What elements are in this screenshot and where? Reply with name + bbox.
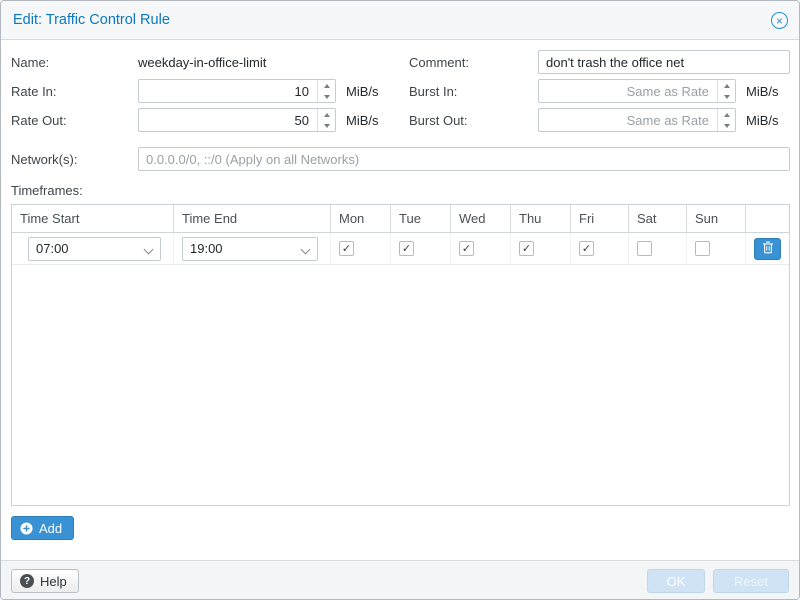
- time-start-value: 07:00: [36, 241, 69, 256]
- burst-in-unit: MiB/s: [746, 84, 779, 99]
- grid-header: Time Start Time End Mon Tue Wed Thu Fri …: [12, 205, 789, 233]
- timeframes-grid: Time Start Time End Mon Tue Wed Thu Fri …: [11, 204, 790, 506]
- spinner-down-icon[interactable]: [318, 120, 335, 131]
- burst-in-field: [538, 79, 736, 103]
- rate-out-label: Rate Out:: [11, 113, 67, 128]
- dialog-footer: ? Help OK Reset: [1, 560, 799, 599]
- rate-in-input[interactable]: [138, 79, 336, 103]
- checkbox-sat[interactable]: [637, 241, 652, 256]
- burst-out-input[interactable]: [538, 108, 736, 132]
- comment-label: Comment:: [409, 55, 469, 70]
- chevron-down-icon: [301, 244, 311, 254]
- burst-out-unit: MiB/s: [746, 113, 779, 128]
- delete-row-button[interactable]: [754, 238, 781, 260]
- spinner-down-icon[interactable]: [718, 91, 735, 102]
- column-header-tue[interactable]: Tue: [391, 205, 451, 232]
- dialog-titlebar: Edit: Traffic Control Rule: [1, 1, 799, 40]
- rate-out-field: [138, 108, 336, 132]
- add-button[interactable]: Add: [11, 516, 74, 540]
- time-start-combobox[interactable]: 07:00: [28, 237, 161, 261]
- spinner-down-icon[interactable]: [318, 91, 335, 102]
- traffic-control-rule-dialog: Edit: Traffic Control Rule × Name: weekd…: [0, 0, 800, 600]
- burst-in-spinner[interactable]: [717, 80, 735, 102]
- networks-input[interactable]: [138, 147, 790, 171]
- rate-in-field: [138, 79, 336, 103]
- close-icon[interactable]: ×: [771, 12, 788, 29]
- name-value: weekday-in-office-limit: [138, 55, 266, 70]
- column-header-time-end[interactable]: Time End: [174, 205, 331, 232]
- spinner-up-icon[interactable]: [718, 109, 735, 120]
- rate-out-spinner[interactable]: [317, 109, 335, 131]
- checkbox-fri[interactable]: ✓: [579, 241, 594, 256]
- column-header-thu[interactable]: Thu: [511, 205, 571, 232]
- add-circle-plus-icon: [20, 522, 33, 535]
- rate-out-unit: MiB/s: [346, 113, 379, 128]
- column-header-wed[interactable]: Wed: [451, 205, 511, 232]
- rate-in-unit: MiB/s: [346, 84, 379, 99]
- dialog-title: Edit: Traffic Control Rule: [13, 12, 170, 28]
- help-button[interactable]: ? Help: [11, 569, 79, 593]
- networks-label: Network(s):: [11, 152, 77, 167]
- column-header-sun[interactable]: Sun: [687, 205, 746, 232]
- burst-in-input[interactable]: [538, 79, 736, 103]
- timeframes-label: Timeframes:: [11, 183, 83, 198]
- spinner-up-icon[interactable]: [318, 109, 335, 120]
- comment-input[interactable]: [538, 50, 790, 74]
- time-end-combobox[interactable]: 19:00: [182, 237, 318, 261]
- chevron-down-icon: [144, 244, 154, 254]
- burst-in-label: Burst In:: [409, 84, 457, 99]
- column-header-sat[interactable]: Sat: [629, 205, 687, 232]
- time-end-value: 19:00: [190, 241, 223, 256]
- spinner-up-icon[interactable]: [718, 80, 735, 91]
- rate-in-spinner[interactable]: [317, 80, 335, 102]
- spinner-up-icon[interactable]: [318, 80, 335, 91]
- ok-button[interactable]: OK: [647, 569, 705, 593]
- checkbox-tue[interactable]: ✓: [399, 241, 414, 256]
- table-row[interactable]: 07:00 19:00 ✓ ✓ ✓ ✓ ✓: [12, 233, 789, 265]
- name-label: Name:: [11, 55, 49, 70]
- checkbox-sun[interactable]: [695, 241, 710, 256]
- reset-button[interactable]: Reset: [713, 569, 789, 593]
- checkbox-mon[interactable]: ✓: [339, 241, 354, 256]
- burst-out-field: [538, 108, 736, 132]
- trash-icon: [762, 241, 774, 257]
- question-circle-icon: ?: [20, 574, 34, 588]
- column-header-mon[interactable]: Mon: [331, 205, 391, 232]
- add-button-label: Add: [39, 521, 62, 536]
- help-button-label: Help: [40, 574, 67, 589]
- burst-out-label: Burst Out:: [409, 113, 468, 128]
- checkbox-wed[interactable]: ✓: [459, 241, 474, 256]
- burst-out-spinner[interactable]: [717, 109, 735, 131]
- column-header-actions: [746, 205, 789, 232]
- column-header-time-start[interactable]: Time Start: [12, 205, 174, 232]
- column-header-fri[interactable]: Fri: [571, 205, 629, 232]
- rate-in-label: Rate In:: [11, 84, 57, 99]
- checkbox-thu[interactable]: ✓: [519, 241, 534, 256]
- spinner-down-icon[interactable]: [718, 120, 735, 131]
- rate-out-input[interactable]: [138, 108, 336, 132]
